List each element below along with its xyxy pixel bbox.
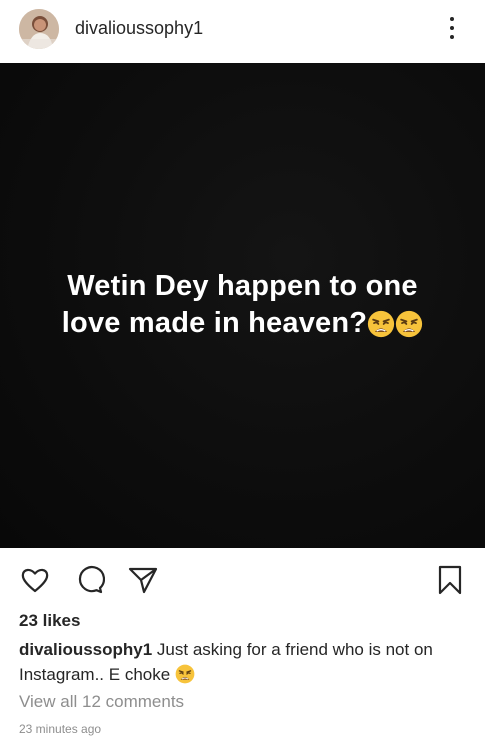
paper-plane-icon	[128, 567, 158, 594]
post-image-text: Wetin Dey happen to one love made in hea…	[0, 268, 485, 342]
comment-icon	[78, 566, 105, 594]
instagram-post: divalioussophy1 Wetin Dey happen to one …	[0, 0, 485, 750]
share-button[interactable]	[127, 564, 159, 596]
likes-count[interactable]: 23 likes	[19, 611, 80, 631]
post-text-line1: Wetin Dey happen to one	[67, 270, 418, 302]
more-vertical-icon	[450, 17, 454, 21]
like-button[interactable]	[19, 564, 51, 596]
post-header: divalioussophy1	[0, 0, 485, 63]
post-text-line2-wrapper: love made in heaven?	[62, 305, 423, 342]
post-image[interactable]: Wetin Dey happen to one love made in hea…	[0, 63, 485, 548]
weary-face-emoji	[175, 664, 195, 684]
post-username[interactable]: divalioussophy1	[75, 17, 203, 39]
comment-button[interactable]	[73, 564, 105, 596]
avatar[interactable]	[19, 9, 59, 49]
weary-face-emoji	[396, 310, 423, 337]
weary-face-emoji	[368, 310, 395, 337]
post-action-bar	[0, 560, 485, 598]
caption-username[interactable]: divalioussophy1	[19, 640, 152, 659]
bookmark-icon	[438, 565, 462, 595]
avatar-image	[19, 9, 59, 49]
post-timestamp: 23 minutes ago	[19, 722, 102, 736]
heart-icon	[21, 568, 49, 593]
view-all-comments-link[interactable]: View all 12 comments	[19, 692, 184, 712]
more-options-button[interactable]	[440, 12, 464, 44]
post-caption: divalioussophy1 Just asking for a friend…	[19, 637, 474, 687]
save-button[interactable]	[434, 564, 466, 596]
post-text-line2: love made in heaven?	[61, 307, 368, 339]
